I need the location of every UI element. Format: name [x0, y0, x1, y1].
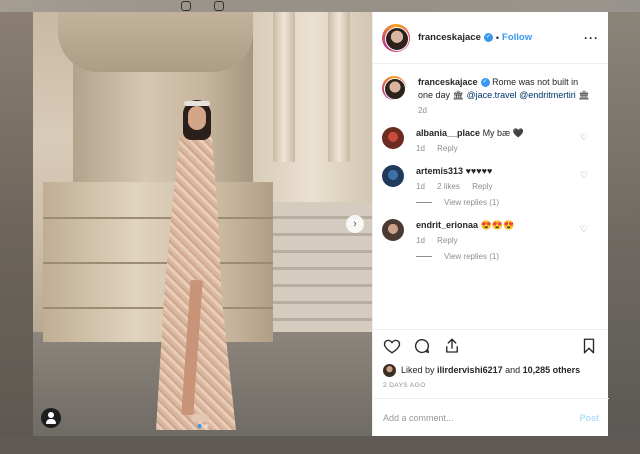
follow-button[interactable]: Follow: [502, 32, 532, 43]
caption-item: franceskajace ✓ Rome was not built in one…: [382, 76, 599, 115]
comment-input[interactable]: [383, 412, 580, 423]
comment-item: albania__place My bæ 🖤 1d Reply ♡: [382, 127, 599, 153]
comment-username[interactable]: artemis313: [416, 166, 463, 176]
post-side-panel: franceskajace ✓ • Follow ··· franceskaja…: [372, 12, 609, 436]
comment-age[interactable]: 2d: [418, 106, 427, 115]
reply-button[interactable]: Reply: [472, 182, 492, 191]
post-actions-bar: [373, 330, 608, 362]
post-comment-button[interactable]: Post: [579, 413, 599, 423]
separator-dot: •: [495, 32, 500, 43]
backdrop-bottom-strip: [0, 436, 640, 454]
verified-icon: ✓: [483, 33, 493, 42]
more-options-icon[interactable]: ···: [584, 31, 599, 45]
verified-icon: ✓: [480, 78, 490, 88]
avatar[interactable]: [382, 127, 404, 149]
post-modal: › franceskajace ✓ • Follow ··· franceska…: [33, 12, 609, 436]
comment-age[interactable]: 1d: [416, 144, 425, 153]
comment-item: artemis313 ♥♥♥♥♥ 1d 2 likes Reply View r…: [382, 165, 599, 207]
mention-link[interactable]: @endritmertiri: [519, 90, 576, 100]
avatar[interactable]: [382, 23, 410, 52]
heart-icon[interactable]: [383, 337, 401, 355]
share-icon[interactable]: [443, 337, 461, 355]
comment-icon[interactable]: [413, 337, 431, 355]
photo-column-capital: [58, 12, 253, 72]
view-replies-button[interactable]: View replies (1): [416, 252, 577, 261]
comment-username[interactable]: franceskajace: [418, 77, 478, 87]
caption-trail: 🏛: [575, 90, 590, 100]
comment-text: My bæ 🖤: [482, 128, 524, 138]
comment-username[interactable]: endrit_erionaa: [416, 220, 478, 230]
bookmark-icon[interactable]: [580, 337, 598, 355]
avatar[interactable]: [382, 165, 404, 187]
backdrop-photo-right: [608, 12, 640, 442]
likes-count-link[interactable]: 10,285 others: [523, 365, 581, 375]
carousel-dot: [197, 424, 201, 428]
view-replies-button[interactable]: View replies (1): [416, 198, 577, 207]
comment-text: 😍😍😍: [480, 220, 515, 230]
comment-likes-count[interactable]: 2 likes: [437, 182, 460, 191]
avatar[interactable]: [382, 76, 406, 100]
add-comment-bar: Post: [373, 398, 609, 436]
post-photo[interactable]: ›: [33, 12, 372, 436]
likes-middle: and: [505, 365, 521, 375]
comments-list[interactable]: franceskajace ✓ Rome was not built in one…: [373, 64, 608, 330]
likes-summary: Liked by ilirdervishi6217 and 10,285 oth…: [373, 362, 608, 378]
chevron-right-icon: ›: [353, 218, 357, 230]
backdrop-camera-icon: [214, 1, 224, 11]
like-comment-heart-icon[interactable]: ♡: [580, 170, 588, 181]
tagged-users-button[interactable]: [41, 408, 61, 428]
backdrop-top-bar: [0, 0, 640, 12]
liked-by-user[interactable]: ilirdervishi6217: [437, 365, 503, 375]
comment-username[interactable]: albania__place: [416, 128, 480, 138]
avatar[interactable]: [382, 219, 404, 241]
reply-button[interactable]: Reply: [437, 236, 457, 245]
post-username[interactable]: franceskajace: [418, 32, 481, 43]
post-header: franceskajace ✓ • Follow ···: [373, 12, 608, 64]
post-timestamp[interactable]: 2 DAYS AGO: [373, 378, 608, 389]
mention-link[interactable]: @jace.travel: [466, 90, 516, 100]
comment-age[interactable]: 1d: [416, 182, 425, 191]
photo-model-figure: [156, 100, 236, 430]
carousel-dot: [204, 424, 208, 428]
comment-age[interactable]: 1d: [416, 236, 425, 245]
backdrop-camera-icon: [181, 1, 191, 11]
comment-text: ♥♥♥♥♥: [465, 166, 493, 176]
tag-user-icon: [48, 412, 54, 418]
reply-button[interactable]: Reply: [437, 144, 457, 153]
backdrop-photo-left: [0, 12, 33, 442]
avatar[interactable]: [383, 363, 396, 377]
carousel-dots: [197, 424, 208, 428]
like-comment-heart-icon[interactable]: ♡: [580, 132, 588, 143]
likes-prefix: Liked by: [401, 365, 435, 375]
next-image-button[interactable]: ›: [346, 215, 364, 233]
like-comment-heart-icon[interactable]: ♡: [580, 224, 588, 235]
comment-item: endrit_erionaa 😍😍😍 1d Reply View replies…: [382, 219, 599, 261]
